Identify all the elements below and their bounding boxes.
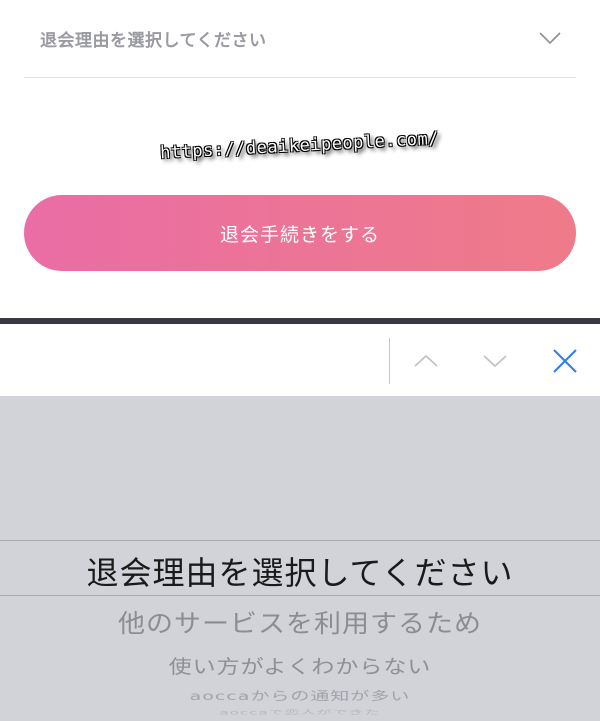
withdraw-button[interactable]: 退会手続きをする (24, 195, 576, 271)
chevron-up-icon (414, 354, 438, 367)
previous-field-button[interactable] (409, 344, 443, 378)
reason-select[interactable]: 退会理由を選択してください (24, 0, 576, 78)
picker-option[interactable]: 使い方がよくわからない (0, 651, 600, 679)
picker-option[interactable]: aoccaで恋人ができた (0, 708, 600, 716)
close-picker-button[interactable] (548, 344, 582, 378)
next-field-button[interactable] (478, 344, 512, 378)
picker-option-selected[interactable]: 退会理由を選択してください (0, 548, 600, 594)
toolbar-separator (389, 338, 390, 384)
reason-picker-wheel[interactable]: 退会理由を選択してください 他のサービスを利用するため 使い方がよくわからない … (0, 396, 600, 721)
watermark-text: https://deaikeipeople.com/ (159, 128, 440, 164)
picker-option[interactable]: 他のサービスを利用するため (0, 604, 600, 640)
chevron-down-icon (539, 32, 561, 45)
web-content: 退会理由を選択してください https://deaikeipeople.com/… (0, 0, 600, 318)
picker-toolbar (0, 324, 600, 396)
picker-option[interactable]: aoccaからの通知が多い (0, 687, 600, 704)
chevron-down-icon (483, 355, 507, 368)
reason-select-label: 退会理由を選択してください (40, 31, 267, 51)
close-icon (553, 349, 577, 373)
